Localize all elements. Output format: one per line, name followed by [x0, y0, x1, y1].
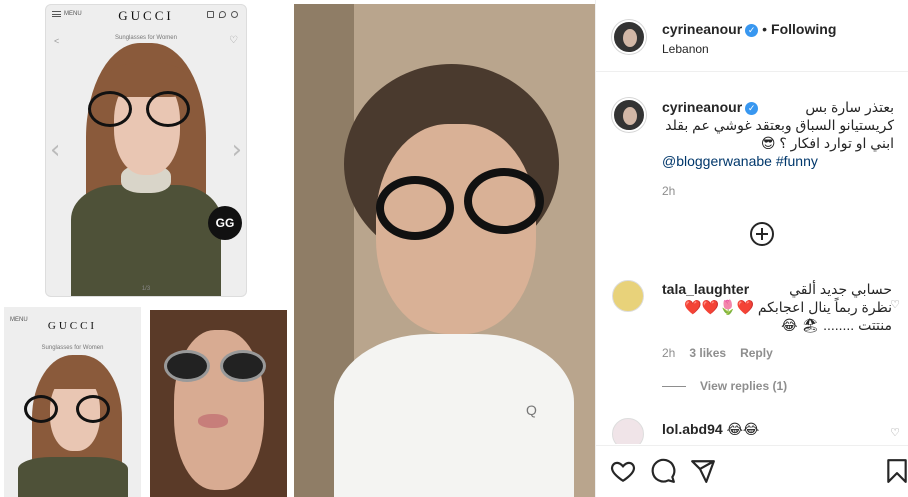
gucci-menu-label: MENU: [10, 317, 28, 323]
chevron-right-icon: ›: [231, 135, 242, 165]
caption-line-2: كريستيانو السباق وبعتقد غوشي عم بقلد: [665, 117, 894, 133]
like-comment-icon[interactable]: ♡: [890, 298, 900, 311]
comment-text: 😂😂: [726, 421, 760, 437]
selfie-photo: [150, 310, 287, 497]
view-replies-label: View replies (1): [700, 379, 788, 393]
gucci-page-indicator: 1/3: [141, 286, 151, 292]
comment-line-2: نظرة ربماً ينال اعجابكم ❤️🌷❤️❤️: [684, 299, 892, 315]
verified-icon: ✓: [745, 102, 759, 115]
caption-tags[interactable]: @bloggerwanabe #funny: [662, 152, 894, 170]
shirt-logo: Q: [526, 402, 537, 418]
like-comment-icon[interactable]: ♡: [890, 426, 900, 439]
location-pin-icon: [219, 11, 226, 18]
bag-icon: [207, 11, 214, 18]
comment: tala_laughter حسابي جديد ألقي نظرة ربماً…: [612, 280, 902, 370]
comment-meta: 2h 3 likes Reply: [662, 344, 892, 362]
gucci-screenshot-main: MENU GUCCI < Sunglasses for Women ♡ ‹ › …: [45, 4, 247, 297]
save-icon[interactable]: [884, 458, 908, 484]
caption-first-row: cyrineanour ✓ بعتذر سارة بس: [662, 98, 894, 116]
comment-time: 2h: [662, 346, 676, 360]
gucci-header: MENU GUCCI: [4, 315, 141, 337]
model-glasses-right: [146, 91, 190, 127]
gucci-logo: GUCCI: [47, 320, 98, 332]
chevron-left-icon: ‹: [50, 135, 61, 165]
gucci-screenshot-small: MENU GUCCI Sunglasses for Women: [4, 307, 141, 497]
child-glasses-left: [376, 176, 454, 240]
model-glasses-left: [24, 395, 58, 423]
post-header: cyrineanour ✓ • Following Lebanon: [596, 0, 908, 72]
verified-icon: ✓: [745, 24, 759, 37]
commenter-username[interactable]: tala_laughter: [662, 280, 749, 298]
search-icon: [231, 11, 238, 18]
child-shirt: [334, 334, 574, 497]
post-media[interactable]: MENU GUCCI < Sunglasses for Women ♡ ‹ › …: [0, 0, 595, 497]
action-bar: [596, 445, 908, 497]
model-glasses-left: [88, 91, 132, 127]
comment-likes[interactable]: 3 likes: [689, 344, 726, 362]
caption-username[interactable]: cyrineanour: [662, 99, 742, 115]
toddler-photo: Q: [294, 4, 595, 497]
woman-sunglasses-left: [164, 350, 210, 382]
comment-body: tala_laughter حسابي جديد ألقي نظرة ربماً…: [662, 280, 892, 362]
comment-first-row: tala_laughter حسابي جديد ألقي: [662, 280, 892, 298]
separator-dot: •: [762, 21, 768, 37]
caption-line-1: بعتذر سارة بس: [805, 99, 894, 115]
caption-timestamp: 2h: [662, 184, 676, 198]
gg-badge: GG: [208, 206, 242, 240]
menu-icon: [52, 11, 61, 17]
caption-author-avatar[interactable]: [612, 98, 646, 132]
comment-line-1: حسابي جديد ألقي: [789, 281, 892, 297]
woman-sunglasses-right: [220, 350, 266, 382]
commenter-username[interactable]: lol.abd94: [662, 421, 723, 437]
gucci-header-icons: [207, 11, 238, 18]
comment: lol.abd94 😂😂 ♡: [612, 418, 902, 444]
gucci-menu: MENU: [10, 317, 28, 323]
model-fringe: [46, 365, 104, 389]
replies-divider: [662, 385, 686, 387]
gucci-subtitle: Sunglasses for Women: [41, 345, 104, 351]
comment-icon[interactable]: [650, 458, 676, 484]
commenter-avatar[interactable]: [612, 280, 644, 312]
like-icon[interactable]: [610, 458, 636, 484]
comment-line-3: منتتت ........ 🏖 😂: [781, 317, 892, 333]
post-location[interactable]: Lebanon: [662, 42, 709, 56]
author-line: cyrineanour ✓ • Following: [662, 21, 836, 37]
reply-button[interactable]: Reply: [740, 344, 773, 362]
author-avatar[interactable]: [612, 20, 646, 54]
heart-icon: ♡: [229, 35, 238, 46]
gucci-subtitle: Sunglasses for Women: [115, 35, 177, 41]
caption-username-wrap: cyrineanour ✓: [662, 98, 759, 116]
view-replies-button[interactable]: View replies (1): [662, 379, 787, 393]
caption-line-3: ابني او توارد افكار ؟ 😎: [760, 135, 894, 151]
woman-lips: [198, 414, 228, 428]
child-glasses-right: [464, 168, 544, 234]
model-glasses-right: [76, 395, 110, 423]
gucci-logo: GUCCI: [118, 8, 174, 23]
commenter-avatar[interactable]: [612, 418, 644, 444]
model-coat: [71, 185, 221, 296]
following-button[interactable]: Following: [771, 21, 836, 37]
gucci-menu-label: MENU: [64, 11, 82, 17]
comment-body: lol.abd94 😂😂: [662, 420, 892, 438]
gucci-header: MENU GUCCI: [46, 5, 246, 27]
gucci-menu: MENU: [52, 11, 82, 17]
share-icon[interactable]: [690, 458, 716, 484]
load-more-comments-icon[interactable]: [750, 222, 774, 246]
author-username[interactable]: cyrineanour: [662, 21, 742, 37]
model-coat: [18, 457, 128, 497]
post-caption: cyrineanour ✓ بعتذر سارة بس كريستيانو الس…: [662, 98, 894, 200]
post-sidebar: cyrineanour ✓ • Following Lebanon cyrineano…: [595, 0, 908, 497]
